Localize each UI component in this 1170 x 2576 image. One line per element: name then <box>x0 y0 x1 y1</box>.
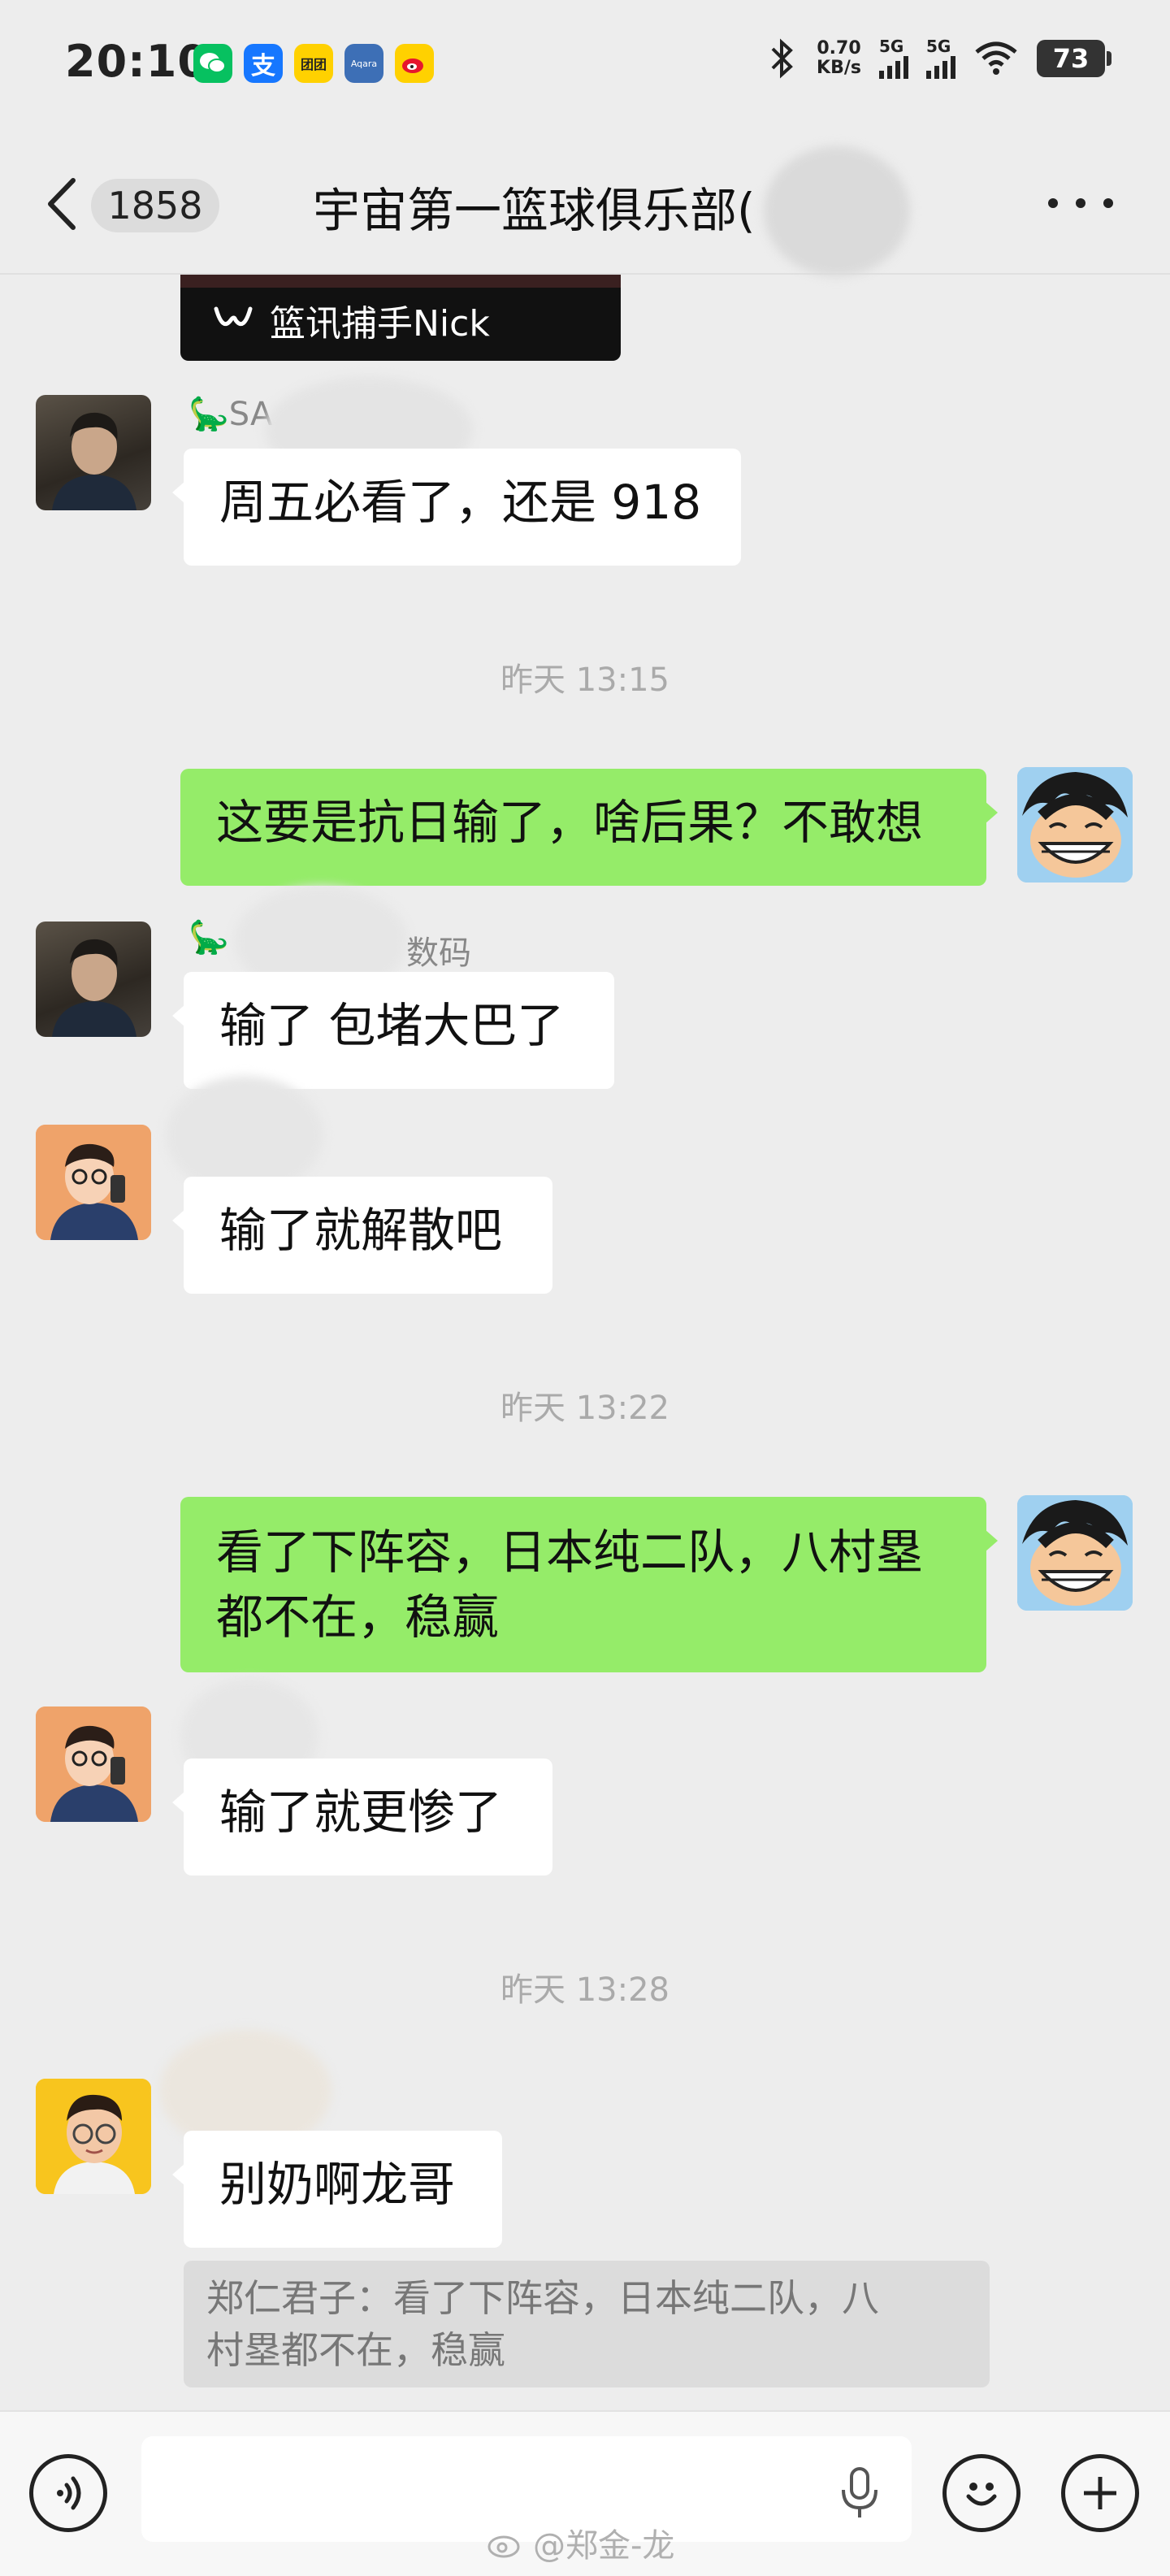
back-arrow-icon[interactable] <box>41 176 89 232</box>
network-speed: 0.70 KB/s <box>817 39 861 78</box>
chat-title: 宇宙第一篮球俱乐部( <box>313 183 756 238</box>
unread-count-badge[interactable]: 1858 <box>91 179 219 232</box>
voice-toggle-button[interactable] <box>29 2454 107 2532</box>
message-line: 看了下阵容，日本纯二队，八村塁 <box>216 1524 924 1580</box>
smiley-icon <box>966 2483 997 2506</box>
person-photo-icon <box>52 939 136 1037</box>
message-bubble[interactable]: 输了就更惨了 <box>172 1759 552 1876</box>
own-message-bubble[interactable]: 看了下阵容，日本纯二队，八村塁 都不在，稳赢 <box>180 1497 998 1672</box>
network-speed-unit: KB/s <box>817 58 861 78</box>
chat-header: 1858 宇宙第一篮球俱乐部( <box>0 130 1170 276</box>
aqara-icon: Aqara <box>344 44 384 83</box>
sender-name: 🦕SA <box>188 396 273 433</box>
video-card-caption: 篮讯捕手Nick <box>270 303 490 345</box>
sender-name-prefix: 🦕 <box>188 919 229 956</box>
plus-icon <box>1084 2477 1116 2509</box>
dot-icon <box>1076 198 1086 208</box>
weibo-watermark-icon <box>488 2535 520 2558</box>
status-bar: 20:10 支 团团 Aqara 0.70 KB/s 5G 5G 73 <box>0 0 1170 130</box>
signal-label: 5G <box>926 37 951 56</box>
timestamp: 昨天 13:22 <box>500 1390 670 1427</box>
person-photo-icon <box>52 412 136 510</box>
clock: 20:10 <box>65 36 209 87</box>
own-avatar[interactable] <box>1017 1495 1133 1611</box>
network-speed-value: 0.70 <box>817 38 861 59</box>
watermark-text: @郑金-龙 <box>533 2527 675 2565</box>
message-bubble[interactable]: 别奶啊龙哥 <box>172 2131 502 2248</box>
message-bubble[interactable]: 输了 包堵大巴了 <box>172 972 614 1089</box>
message-bubble[interactable]: 周五必看了，还是 918 <box>172 449 741 566</box>
signal-5g-2: 5G <box>926 38 956 79</box>
message-bubble[interactable]: 输了就解散吧 <box>172 1177 552 1294</box>
signal-label: 5G <box>879 37 904 56</box>
timestamp: 昨天 13:28 <box>500 1971 670 2009</box>
quote-line: 郑仁君子：看了下阵容，日本纯二队，八 <box>206 2276 879 2320</box>
notification-icons: 支 团团 Aqara <box>193 44 434 83</box>
voice-wave-icon <box>57 2476 81 2510</box>
cartoon-face-icon <box>1017 767 1133 883</box>
quote-line: 村塁都不在，稳赢 <box>206 2328 505 2372</box>
blurred-title-area <box>764 146 910 276</box>
alipay-icon: 支 <box>244 44 283 83</box>
signal-bars-icon <box>926 54 956 79</box>
battery-indicator: 73 <box>1037 40 1112 77</box>
video-thumbnail-edge <box>180 275 621 288</box>
microphone-icon[interactable] <box>835 2465 884 2522</box>
dot-icon <box>1048 198 1058 208</box>
own-avatar[interactable] <box>1017 767 1133 883</box>
wechat-icon <box>193 44 232 83</box>
avatar[interactable] <box>36 1706 151 1822</box>
avatar[interactable] <box>36 1125 151 1240</box>
signal-bars-icon <box>879 54 908 79</box>
watermark: @郑金-龙 <box>488 2519 674 2566</box>
weibo-icon <box>395 44 434 83</box>
avatar[interactable] <box>36 922 151 1037</box>
quoted-message[interactable]: 郑仁君子：看了下阵容，日本纯二队，八 村塁都不在，稳赢 <box>184 2261 990 2387</box>
cartoon-face-icon <box>1017 1495 1133 1611</box>
more-actions-button[interactable] <box>1061 2454 1139 2532</box>
signal-5g-1: 5G <box>879 38 908 79</box>
cartoon-person-icon <box>36 1125 151 1240</box>
message-list[interactable]: 篮讯捕手Nick 🦕SA 周五必看了，还是 918 昨天 13:15 这要是抗日… <box>0 275 1170 2410</box>
own-message-bubble[interactable]: 这要是抗日输了，啥后果？不敢想 <box>180 769 998 886</box>
bluetooth-icon <box>771 38 793 79</box>
avatar[interactable] <box>36 395 151 510</box>
video-card[interactable]: 篮讯捕手Nick <box>180 275 621 361</box>
system-icons: 0.70 KB/s 5G 5G 73 <box>766 37 1112 80</box>
wifi-icon <box>975 41 1017 75</box>
channels-icon <box>214 306 253 327</box>
emoji-button[interactable] <box>942 2454 1020 2532</box>
message-line: 都不在，稳赢 <box>216 1589 500 1645</box>
cartoon-person-icon <box>36 1706 151 1822</box>
meituan-icon: 团团 <box>294 44 333 83</box>
avatar[interactable] <box>36 2079 151 2194</box>
sender-name-suffix: 数码 <box>406 935 471 972</box>
dot-icon <box>1103 198 1113 208</box>
timestamp: 昨天 13:15 <box>500 661 670 699</box>
more-options-button[interactable] <box>1048 198 1113 215</box>
memoji-icon <box>36 2079 151 2194</box>
